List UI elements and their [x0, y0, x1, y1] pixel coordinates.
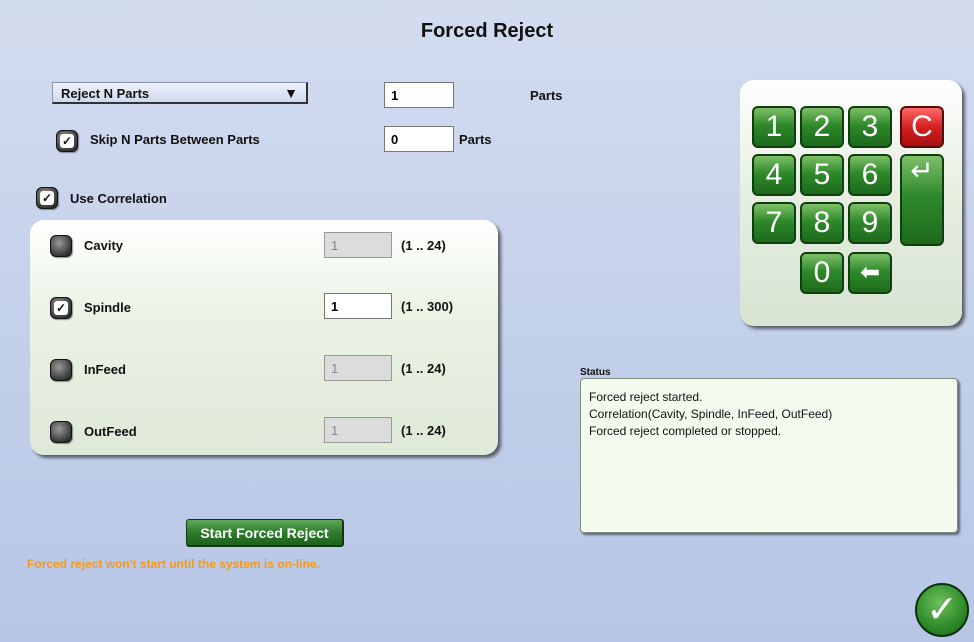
reject-count-unit: Parts	[530, 88, 563, 103]
key-6[interactable]: 6	[848, 154, 892, 196]
cavity-checkbox[interactable]	[50, 235, 72, 257]
checkmark-icon: ✓	[54, 301, 68, 315]
cavity-range: (1 .. 24)	[401, 238, 446, 253]
infeed-checkbox[interactable]	[50, 359, 72, 381]
clear-key[interactable]: C	[900, 106, 944, 148]
use-correlation-label: Use Correlation	[70, 191, 167, 206]
key-2[interactable]: 2	[800, 106, 844, 148]
spindle-range: (1 .. 300)	[401, 299, 454, 314]
use-correlation-checkbox[interactable]: ✓	[36, 187, 58, 209]
outfeed-label: OutFeed	[84, 424, 137, 439]
status-log: Forced reject started. Correlation(Cavit…	[580, 378, 958, 533]
enter-key[interactable]: ↵	[900, 154, 944, 246]
skip-parts-checkbox[interactable]: ✓	[56, 130, 78, 152]
page-title: Forced Reject	[420, 20, 554, 42]
infeed-range: (1 .. 24)	[401, 361, 446, 376]
key-1[interactable]: 1	[752, 106, 796, 148]
checkmark-icon: ✓	[60, 134, 74, 148]
key-9[interactable]: 9	[848, 202, 892, 244]
cavity-input[interactable]: 1	[324, 232, 392, 258]
cavity-label: Cavity	[84, 238, 124, 253]
check-icon: ✓	[926, 589, 958, 631]
status-line: Forced reject completed or stopped.	[589, 424, 782, 438]
start-forced-reject-button[interactable]: Start Forced Reject	[186, 519, 344, 547]
outfeed-range: (1 .. 24)	[401, 423, 446, 438]
key-4[interactable]: 4	[752, 154, 796, 196]
chevron-down-icon: ▼	[284, 85, 298, 101]
enter-icon: ↵	[910, 155, 934, 186]
key-0[interactable]: 0	[800, 252, 844, 294]
ok-button[interactable]: ✓	[915, 583, 969, 637]
key-3[interactable]: 3	[848, 106, 892, 148]
spindle-checkbox[interactable]: ✓	[50, 297, 72, 319]
skip-parts-label: Skip N Parts Between Parts	[90, 132, 260, 147]
checkmark-icon: ✓	[40, 191, 54, 205]
skip-parts-input[interactable]: 0	[384, 126, 454, 152]
status-line: Correlation(Cavity, Spindle, InFeed, Out…	[589, 407, 833, 421]
correlation-panel	[30, 220, 498, 455]
spindle-input[interactable]: 1	[324, 293, 392, 319]
outfeed-input[interactable]: 1	[324, 417, 392, 443]
key-5[interactable]: 5	[800, 154, 844, 196]
numeric-keypad: 1 2 3 C 4 5 6 ↵ 7 8 9 0 ⬅	[740, 80, 962, 326]
infeed-label: InFeed	[84, 362, 126, 377]
infeed-input[interactable]: 1	[324, 355, 392, 381]
status-title: Status	[580, 367, 611, 378]
reject-mode-dropdown[interactable]: Reject N Parts ▼	[52, 82, 308, 104]
backspace-icon: ⬅	[859, 259, 881, 286]
key-7[interactable]: 7	[752, 202, 796, 244]
spindle-label: Spindle	[84, 300, 131, 315]
status-line: Forced reject started.	[589, 390, 703, 404]
backspace-key[interactable]: ⬅	[848, 252, 892, 294]
reject-mode-value: Reject N Parts	[61, 86, 150, 101]
key-8[interactable]: 8	[800, 202, 844, 244]
offline-warning: Forced reject won't start until the syst…	[27, 557, 320, 571]
reject-count-input[interactable]: 1	[384, 82, 454, 108]
outfeed-checkbox[interactable]	[50, 421, 72, 443]
skip-parts-unit: Parts	[459, 132, 492, 147]
